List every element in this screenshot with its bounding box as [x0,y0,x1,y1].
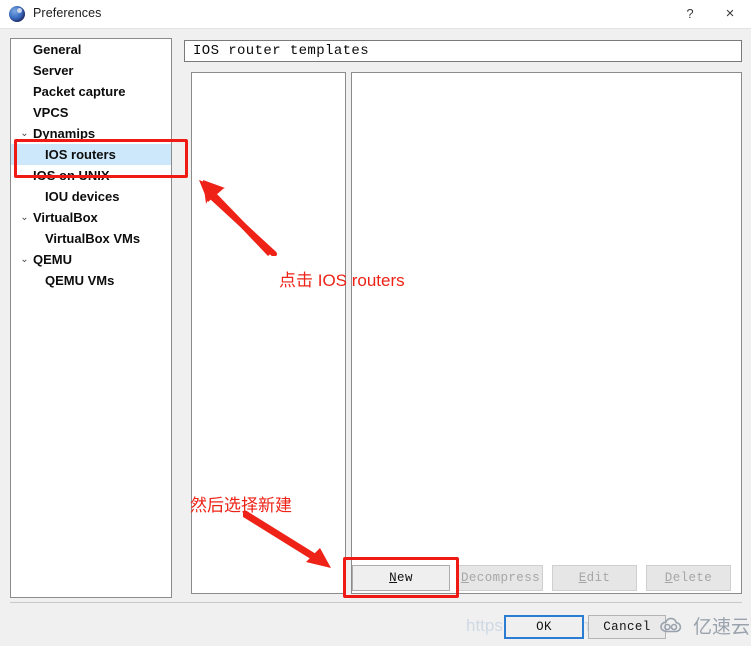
sidebar-item-label: VirtualBox [33,210,98,225]
watermark-logo: 亿速云 [659,612,750,639]
window-title: Preferences [33,6,102,20]
chevron-down-icon[interactable]: ⌄ [19,165,30,186]
sidebar-item-qemu-vms[interactable]: QEMU VMs [11,270,171,291]
footer-divider [10,602,742,603]
preferences-category-tree[interactable]: General Server Packet capture VPCS ⌄ Dynamips… [10,38,172,598]
edit-button[interactable]: Edit [552,565,637,591]
sidebar-item-label: VPCS [33,105,69,120]
close-icon[interactable]: × [712,0,748,28]
gns3-globe-icon [9,6,25,22]
help-icon[interactable]: ? [672,0,708,28]
sidebar-item-virtualbox-vms[interactable]: VirtualBox VMs [11,228,171,249]
chevron-down-icon[interactable]: ⌄ [19,249,30,270]
page-title: IOS router templates [184,40,742,62]
sidebar-item-virtualbox[interactable]: ⌄ VirtualBox [11,207,171,228]
sidebar-item-label: Dynamips [33,126,96,141]
window-title-bar: Preferences ? × [0,0,751,29]
sidebar-item-label: IOS routers [45,147,116,162]
sidebar-item-label: General [33,42,82,57]
sidebar-item-packet-capture[interactable]: Packet capture [11,81,171,102]
ios-router-detail-panel[interactable] [351,72,742,594]
sidebar-item-iou-devices[interactable]: IOU devices [11,186,171,207]
ios-router-list-panel[interactable] [191,72,346,594]
sidebar-item-qemu[interactable]: ⌄ QEMU [11,249,171,270]
new-button[interactable]: New [352,565,450,591]
sidebar-item-label: IOU devices [45,189,120,204]
sidebar-item-label: Server [33,63,74,78]
sidebar-item-ios-routers[interactable]: IOS routers [11,144,171,165]
delete-button[interactable]: Delete [646,565,731,591]
sidebar-item-label: VirtualBox VMs [45,231,141,246]
sidebar-item-label: QEMU VMs [45,273,115,288]
ok-button[interactable]: OK [504,615,584,639]
sidebar-item-vpcs[interactable]: VPCS [11,102,171,123]
chevron-down-icon[interactable]: ⌄ [19,207,30,228]
sidebar-item-label: IOS on UNIX [33,168,110,183]
sidebar-item-server[interactable]: Server [11,60,171,81]
watermark-logo-text: 亿速云 [693,616,751,638]
chevron-down-icon[interactable]: ⌄ [19,123,30,144]
sidebar-item-label: Packet capture [33,84,126,99]
decompress-button[interactable]: Decompress [458,565,543,591]
sidebar-item-label: QEMU [33,252,72,267]
cancel-button[interactable]: Cancel [588,615,666,639]
sidebar-item-ios-on-unix[interactable]: ⌄ IOS on UNIX [11,165,171,186]
sidebar-item-dynamips[interactable]: ⌄ Dynamips [11,123,171,144]
sidebar-item-general[interactable]: General [11,39,171,60]
